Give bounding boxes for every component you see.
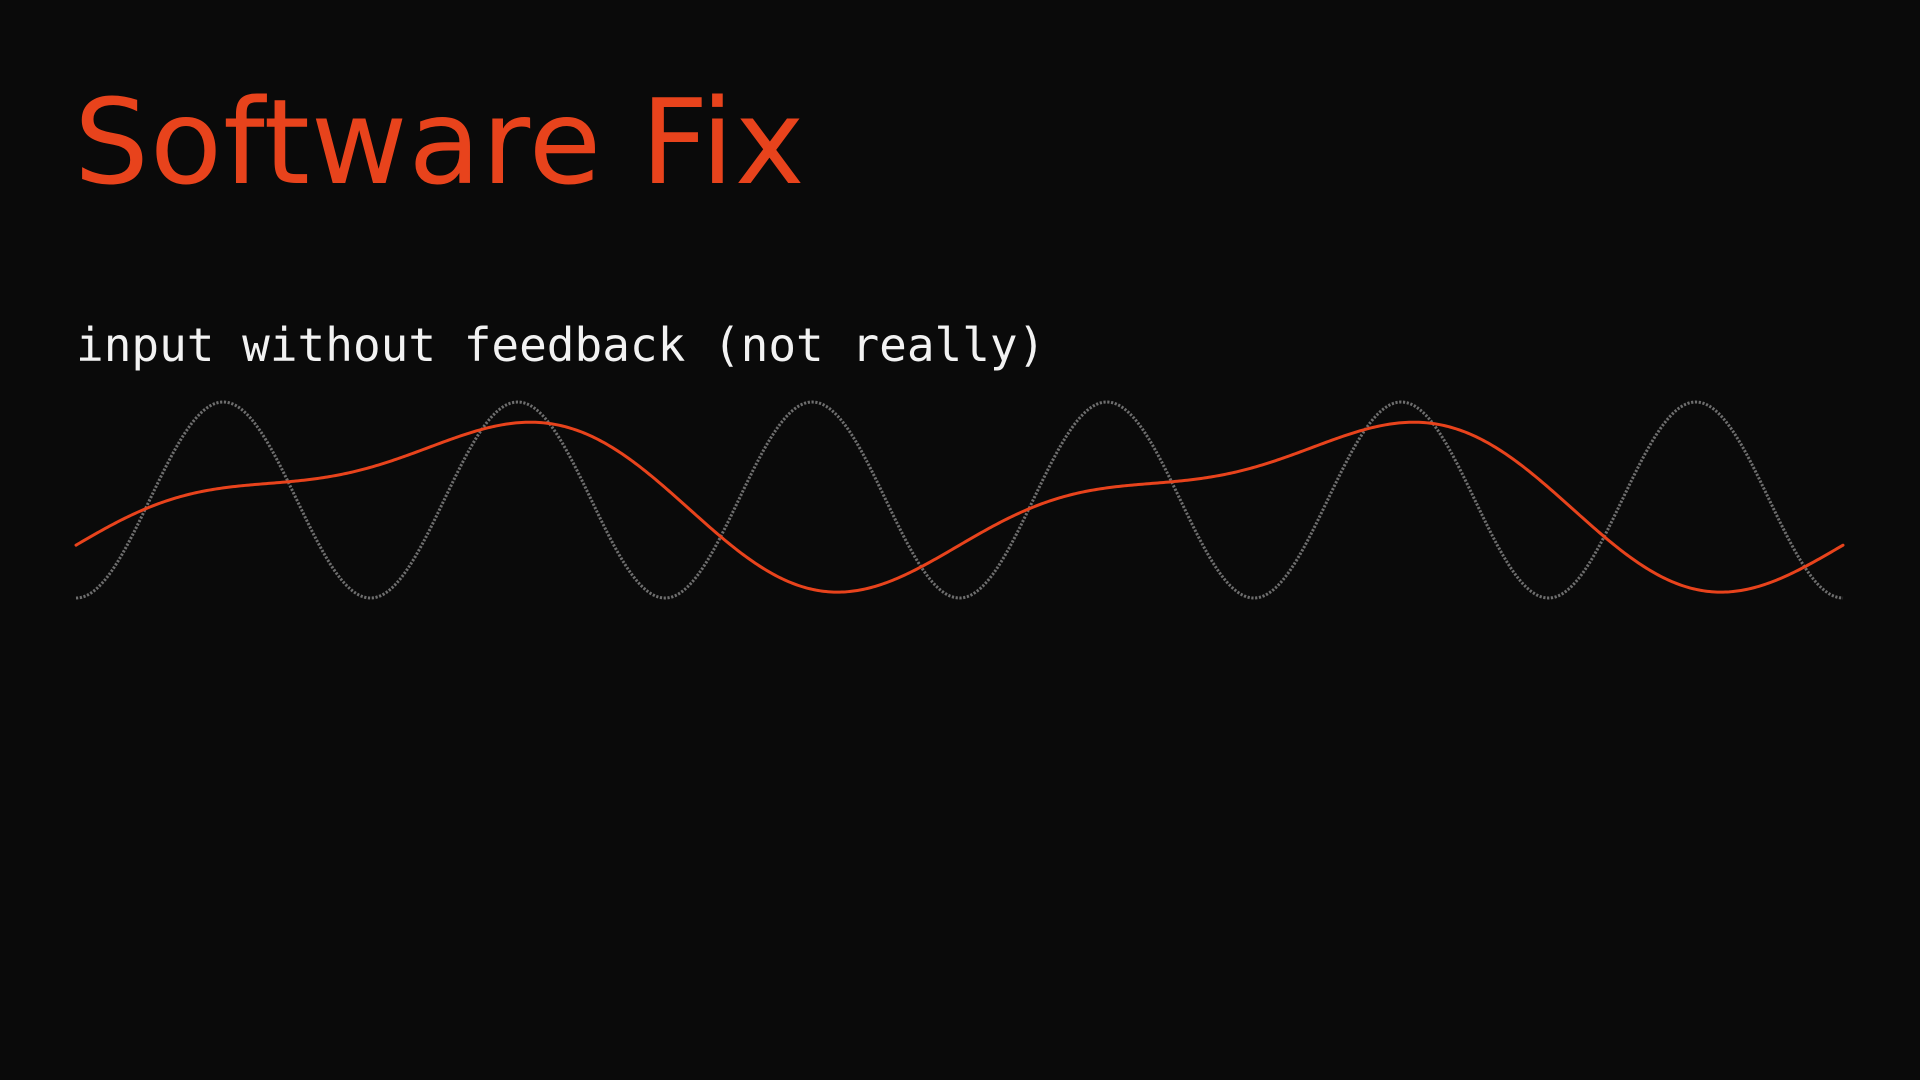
wave-chart — [74, 400, 1845, 600]
input-wave-line — [75, 400, 1844, 600]
output-wave-line — [74, 420, 1845, 594]
